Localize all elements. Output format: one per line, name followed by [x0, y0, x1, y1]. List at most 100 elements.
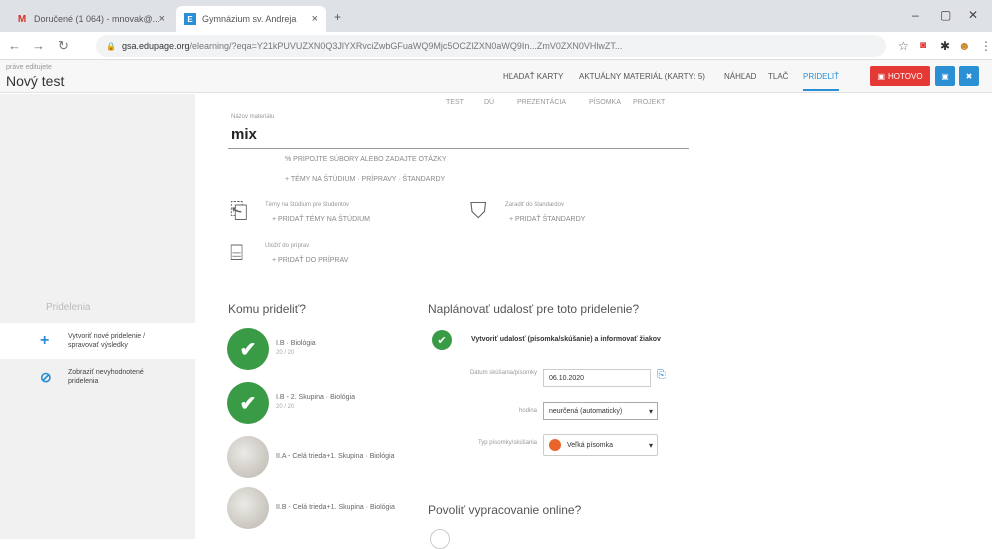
book-icon: ⎗ [230, 198, 248, 223]
app-header: práve editujete Nový test HĽADAŤ KARTY A… [0, 60, 992, 93]
online-heading: Povoliť vypracovanie online? [428, 503, 582, 517]
group-avatar[interactable] [227, 487, 269, 529]
sidebar-item-label: Vytvoriť nové pridelenie / spravovať výs… [68, 333, 146, 349]
group-avatar-selected[interactable]: ✔ [227, 382, 269, 424]
exam-type-value: Veľká písomka [567, 441, 614, 449]
forward-icon[interactable]: → [32, 38, 45, 53]
nav-search-cards[interactable]: HĽADAŤ KARTY [503, 72, 563, 81]
close-tab-icon[interactable]: × [159, 13, 165, 25]
group-count: 20 / 20 [276, 350, 295, 356]
hour-label: hodina [518, 408, 537, 414]
close-icon: ✖ [965, 71, 973, 81]
group-name: I.B - 2. Skupina · Biológia [276, 394, 355, 401]
shield-icon: ⛉ [470, 198, 487, 223]
group-avatar-selected[interactable]: ✔ [227, 328, 269, 370]
group-avatar[interactable] [227, 436, 269, 478]
back-icon[interactable]: ← [8, 38, 21, 53]
nav-current-material[interactable]: AKTUÁLNY MATERIÁL (KARTY: 5) [579, 72, 705, 81]
close-button[interactable]: ✖ [959, 66, 979, 86]
new-tab-button[interactable]: + [334, 10, 341, 24]
subtab-exam[interactable]: PÍSOMKA [589, 99, 621, 106]
input-underline [228, 148, 689, 149]
add-topics-button[interactable]: + PRIDAŤ TÉMY NA ŠTÚDIUM [272, 216, 370, 223]
edit-label: práve editujete [6, 64, 52, 71]
sidebar-item-unevaluated[interactable]: ⊘ Zobraziť nevyhodnotené pridelenia [0, 359, 195, 395]
nav-assign[interactable]: PRIDELIŤ [803, 72, 840, 91]
lock-icon: 🔒 [106, 41, 116, 51]
forbidden-icon: ⊘ [40, 368, 52, 385]
prep-block-label: Uložiť do príprav [265, 243, 310, 249]
extension-icon[interactable]: ◙ [920, 40, 926, 51]
browser-tab-bar: M Doručené (1 064) - mnovak@... × E Gymn… [0, 0, 992, 32]
hour-value: neurčená (automaticky) [549, 407, 623, 415]
gmail-icon: M [17, 13, 27, 25]
group-name: II.B - Celá trieda+1. Skupina · Biológia [276, 504, 395, 511]
edupage-icon: E [184, 13, 196, 25]
plus-icon: + [40, 332, 50, 349]
chevron-down-icon: ▾ [648, 440, 653, 450]
done-label: HOTOVO [888, 71, 923, 81]
material-name-input[interactable]: mix [231, 126, 257, 143]
browser-tab-gmail[interactable]: M Doručené (1 064) - mnovak@... × [8, 6, 173, 32]
create-event-label: Vytvoriť udalosť (písomka/skúšanie) a in… [471, 336, 661, 343]
save-icon: ▣ [877, 71, 886, 81]
sidebar-item-new-assignment[interactable]: + Vytvoriť nové pridelenie / spravovať v… [0, 323, 195, 359]
group-name: II.A - Celá trieda+1. Skupina · Biológia [276, 453, 395, 460]
topics-label: TÉMY NA ŠTÚDIUM · PRÍPRAVY · ŠTANDARDY [290, 176, 446, 183]
minimize-icon[interactable]: – [912, 8, 919, 22]
group-count: 20 / 20 [276, 404, 295, 410]
assignments-sidebar: Pridelenia + Vytvoriť nové pridelenie / … [0, 94, 195, 539]
nav-print[interactable]: TLAČ [768, 72, 788, 81]
chevron-down-icon: ▾ [648, 406, 653, 416]
date-input[interactable]: 06.10.2020 [543, 369, 651, 387]
exam-type-label: Typ písomky/skúšania [477, 440, 537, 446]
subtab-presentation[interactable]: PREZENTÁCIA [517, 99, 566, 106]
material-name-label: Názov materiálu [231, 114, 275, 120]
paperclip-icon: % [285, 156, 294, 163]
online-toggle[interactable] [430, 529, 450, 549]
calendar-icon[interactable]: ⎘ [657, 369, 666, 382]
star-icon[interactable]: ☆ [898, 39, 909, 53]
exam-type-select[interactable]: Veľká písomka ▾ [543, 434, 658, 456]
close-tab-icon[interactable]: × [312, 13, 318, 25]
date-value: 06.10.2020 [549, 374, 585, 382]
topics-link[interactable]: + TÉMY NA ŠTÚDIUM · PRÍPRAVY · ŠTANDARDY [285, 176, 445, 183]
browser-tab-edupage[interactable]: E Gymnázium sv. Andreja × [176, 6, 326, 32]
puzzle-icon[interactable]: ✱ [940, 39, 950, 53]
tab-label: Gymnázium sv. Andreja [202, 14, 297, 24]
attach-files-link[interactable]: % PRIPOJTE SÚBORY ALEBO ZADAJTE OTÁZKY [285, 156, 447, 163]
add-to-prep-button[interactable]: + PRIDAŤ DO PRÍPRAV [272, 257, 348, 264]
exam-type-color-icon [549, 439, 561, 451]
save-button[interactable]: ▣ [935, 66, 955, 86]
page-title: Nový test [6, 73, 65, 89]
browser-toolbar: ← → ↻ 🔒 gsa.edupage.org /elearning/?eqa=… [0, 32, 992, 60]
assign-heading: Komu prideliť? [228, 302, 306, 316]
address-bar[interactable]: 🔒 gsa.edupage.org /elearning/?eqa=Y21kPU… [96, 35, 886, 57]
floppy-icon: ▣ [941, 71, 949, 81]
sidebar-item-label: Zobraziť nevyhodnotené pridelenia [68, 369, 144, 385]
done-button[interactable]: ▣ HOTOVO [870, 66, 930, 86]
plan-heading: Naplánovať udalosť pre toto pridelenie? [428, 302, 640, 316]
url-host: gsa.edupage.org [121, 41, 190, 51]
briefcase-icon: ⌸ [230, 240, 244, 265]
nav-preview[interactable]: NÁHĽAD [724, 72, 756, 81]
subtab-homework[interactable]: DÚ [484, 99, 494, 106]
subtab-project[interactable]: PROJEKT [633, 99, 665, 106]
create-event-checkbox[interactable]: ✔ [432, 330, 452, 350]
reload-icon[interactable]: ↻ [58, 38, 69, 54]
attach-files-label: PRIPOJTE SÚBORY ALEBO ZADAJTE OTÁZKY [293, 156, 447, 163]
tab-label: Doručené (1 064) - mnovak@... [33, 14, 159, 24]
url-path: /elearning/?eqa=Y21kPUVUZXN0Q3JlYXRvciZw… [189, 41, 623, 51]
sidebar-title: Pridelenia [46, 302, 91, 313]
hour-select[interactable]: neurčená (automaticky) ▾ [543, 402, 658, 420]
group-name: I.B · Biológia [276, 340, 316, 347]
maximize-icon[interactable]: ▢ [940, 8, 951, 22]
subtab-test[interactable]: TEST [446, 99, 464, 106]
date-label: Dátum skúšania/písomky [469, 370, 537, 376]
avatar-icon[interactable]: ☻ [958, 39, 971, 53]
topics-block-label: Témy na štúdium pre študentov [265, 202, 350, 208]
menu-icon[interactable]: ⋮ [980, 39, 992, 53]
close-window-icon[interactable]: ✕ [968, 8, 978, 22]
add-standards-button[interactable]: + PRIDAŤ ŠTANDARDY [509, 216, 585, 223]
standards-block-label: Zaradiť do štandardov [505, 202, 564, 208]
